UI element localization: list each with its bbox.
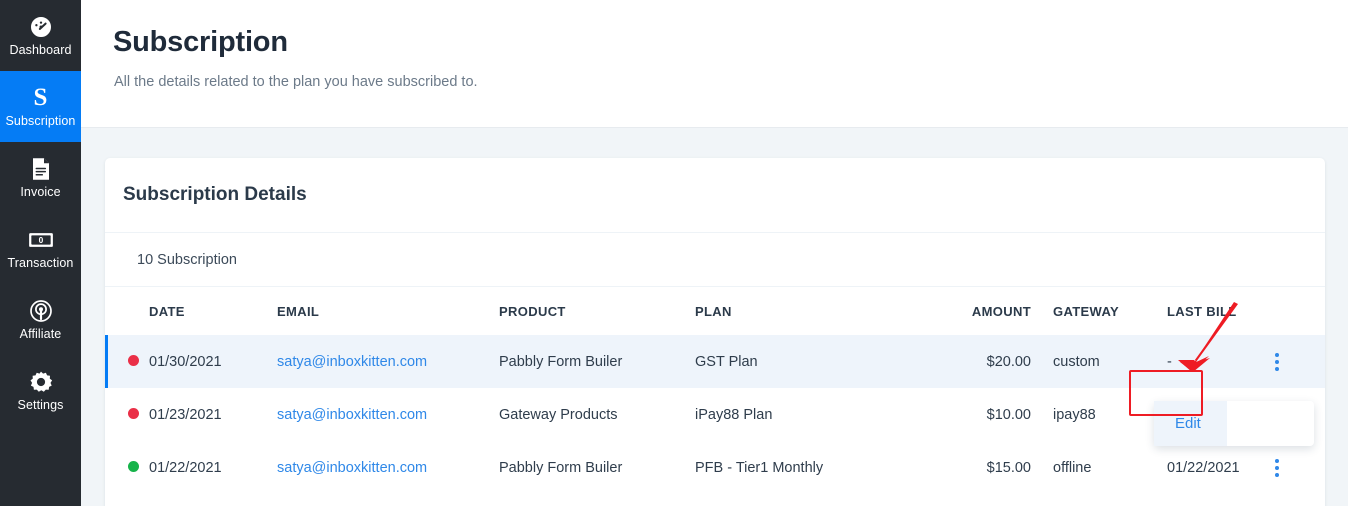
column-last-bill[interactable]: LAST BILL — [1145, 287, 1267, 335]
sidebar-item-label: Affiliate — [19, 326, 62, 341]
document-icon — [28, 157, 54, 181]
subscription-table: DATE EMAIL PRODUCT PLAN AMOUNT GATEWAY L… — [105, 287, 1325, 494]
page-header: Subscription All the details related to … — [81, 0, 1348, 128]
sidebar-item-invoice[interactable]: Invoice — [0, 142, 81, 213]
broadcast-icon — [28, 299, 54, 323]
table-header: DATE EMAIL PRODUCT PLAN AMOUNT GATEWAY L… — [105, 287, 1325, 335]
sidebar-item-label: Dashboard — [9, 42, 72, 57]
cell-plan: GST Plan — [695, 335, 915, 388]
cell-actions — [1267, 335, 1325, 388]
row-menu-icon[interactable] — [1267, 352, 1287, 371]
column-date[interactable]: DATE — [149, 287, 277, 335]
cell-amount: $20.00 — [915, 335, 1031, 388]
cell-gateway: offline — [1053, 459, 1092, 476]
sidebar-item-label: Settings — [17, 397, 64, 412]
email-link[interactable]: satya@inboxkitten.com — [277, 354, 427, 370]
banknote-icon: 0 — [28, 228, 54, 252]
cell-amount: $15.00 — [986, 459, 1031, 476]
row-menu-icon[interactable] — [1267, 458, 1287, 477]
cell-last-bill: - — [1145, 335, 1267, 388]
subscription-details-card: Subscription Details 10 Subscription DAT… — [105, 158, 1325, 506]
subscription-count: 10 Subscription — [105, 233, 1325, 287]
column-plan[interactable]: PLAN — [695, 287, 915, 335]
cell-email: satya@inboxkitten.com — [277, 441, 499, 494]
cell-actions — [1267, 441, 1325, 494]
sidebar-item-label: Transaction — [7, 255, 74, 270]
row-status-indicator — [105, 441, 149, 494]
status-dot-icon — [128, 460, 139, 472]
cell-amount: $10.00 — [986, 406, 1031, 423]
subscription-count-label: 10 Subscription — [137, 251, 237, 268]
column-email[interactable]: EMAIL — [277, 287, 499, 335]
s-letter-icon: S — [33, 84, 48, 112]
column-product[interactable]: PRODUCT — [499, 287, 695, 335]
app-root: Dashboard S Subscription Invoice 0 Trans… — [0, 0, 1348, 506]
cell-email: satya@inboxkitten.com — [277, 388, 499, 441]
sidebar: Dashboard S Subscription Invoice 0 Trans… — [0, 0, 81, 506]
table-row[interactable]: 01/23/2021 satya@inboxkitten.com Gateway… — [105, 388, 1325, 441]
cell-gateway: ipay88 — [1053, 406, 1096, 423]
edit-menu-item[interactable]: Edit — [1154, 401, 1227, 446]
cell-last-bill: 01/22/2021 — [1167, 459, 1240, 476]
email-link[interactable]: satya@inboxkitten.com — [277, 407, 427, 423]
cell-plan: PFB - Tier1 Monthly — [695, 459, 824, 476]
sidebar-item-label: Invoice — [20, 184, 61, 199]
table-row[interactable]: 01/30/2021 satya@inboxkitten.com Pabbly … — [105, 335, 1325, 388]
cell-date: 01/30/2021 — [149, 335, 277, 388]
column-gateway[interactable]: GATEWAY — [1031, 287, 1145, 335]
page-title: Subscription — [113, 26, 288, 58]
table-row[interactable]: 01/22/2021 satya@inboxkitten.com Pabbly … — [105, 441, 1325, 494]
status-dot-icon — [128, 407, 139, 419]
speedometer-icon — [28, 15, 54, 39]
card-title: Subscription Details — [123, 184, 307, 205]
column-status — [105, 287, 149, 335]
main-content: Subscription Details 10 Subscription DAT… — [81, 128, 1348, 506]
email-link[interactable]: satya@inboxkitten.com — [277, 460, 427, 476]
sidebar-item-transaction[interactable]: 0 Transaction — [0, 213, 81, 284]
cell-date: 01/23/2021 — [149, 406, 222, 423]
sidebar-item-settings[interactable]: Settings — [0, 355, 81, 426]
svg-text:0: 0 — [38, 235, 43, 245]
cell-product: Gateway Products — [499, 406, 618, 423]
gear-icon — [28, 370, 54, 394]
sidebar-item-subscription[interactable]: S Subscription — [0, 71, 81, 142]
status-dot-icon — [128, 354, 139, 366]
cell-product: Pabbly Form Builer — [499, 335, 695, 388]
page-subtitle: All the details related to the plan you … — [114, 74, 478, 90]
cell-email: satya@inboxkitten.com — [277, 335, 499, 388]
card-header: Subscription Details — [105, 158, 1325, 233]
column-amount[interactable]: AMOUNT — [915, 287, 1031, 335]
table-body: 01/30/2021 satya@inboxkitten.com Pabbly … — [105, 335, 1325, 494]
row-action-dropdown: Edit — [1154, 401, 1314, 446]
sidebar-item-dashboard[interactable]: Dashboard — [0, 0, 81, 71]
row-status-indicator — [105, 388, 149, 441]
sidebar-item-label: Subscription — [5, 113, 76, 128]
cell-gateway: custom — [1031, 335, 1145, 388]
column-actions — [1267, 287, 1325, 335]
cell-product: Pabbly Form Builer — [499, 459, 623, 476]
row-status-indicator — [105, 335, 149, 388]
sidebar-item-affiliate[interactable]: Affiliate — [0, 284, 81, 355]
cell-plan: iPay88 Plan — [695, 406, 773, 423]
cell-date: 01/22/2021 — [149, 459, 222, 476]
table-header-row: DATE EMAIL PRODUCT PLAN AMOUNT GATEWAY L… — [105, 287, 1325, 335]
